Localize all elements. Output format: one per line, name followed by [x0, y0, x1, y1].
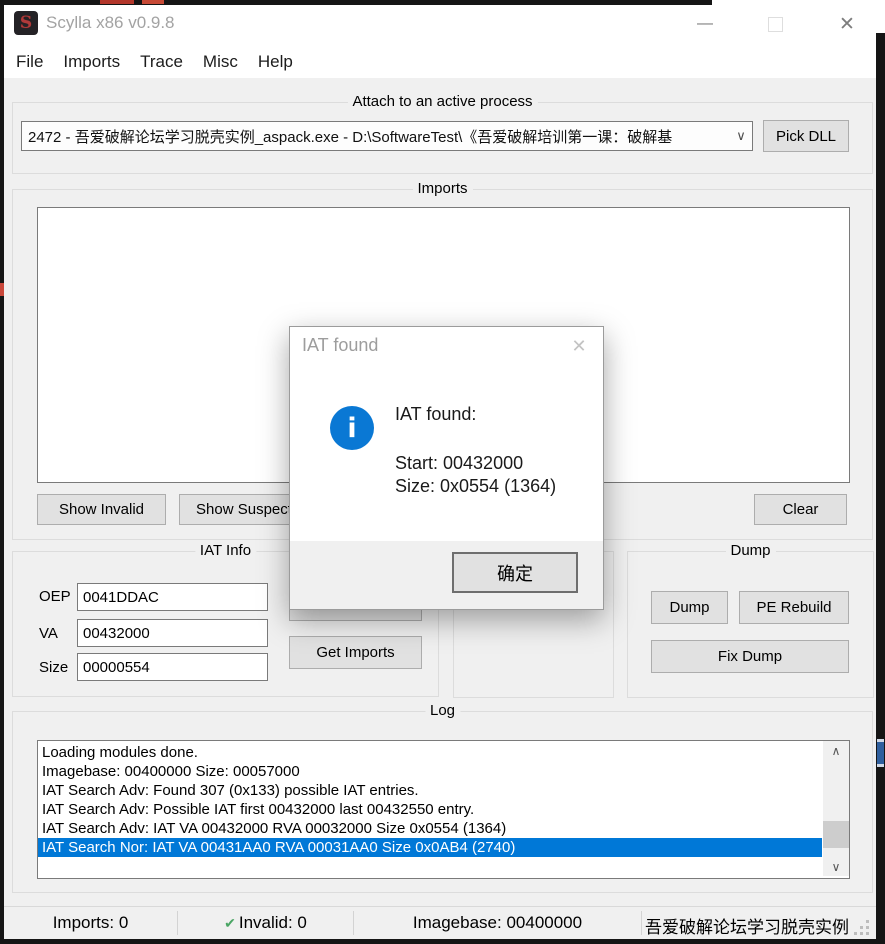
close-icon: ✕: [839, 13, 855, 36]
resize-grip[interactable]: [854, 920, 870, 936]
status-invalid: ✔Invalid: 0: [178, 913, 353, 933]
log-line[interactable]: Loading modules done.: [38, 743, 822, 762]
pe-rebuild-button[interactable]: PE Rebuild: [739, 591, 849, 624]
info-letter: i: [347, 413, 356, 444]
desktop-icon-fragment: [877, 739, 884, 767]
size-input[interactable]: [77, 653, 268, 681]
scroll-down-icon[interactable]: ∨: [823, 857, 849, 876]
iat-info-group-label: IAT Info: [195, 542, 256, 559]
status-imagebase: Imagebase: 00400000: [354, 913, 641, 933]
dialog-title: IAT found: [302, 335, 378, 356]
oep-input[interactable]: [77, 583, 268, 611]
info-icon: i: [330, 406, 374, 450]
log-group: Log Loading modules done. Imagebase: 004…: [12, 711, 873, 893]
menu-misc[interactable]: Misc: [195, 48, 246, 76]
close-icon: ✕: [571, 336, 586, 357]
dialog-size-line: Size: 0x0554 (1364): [395, 476, 556, 497]
log-line[interactable]: Imagebase: 00400000 Size: 00057000: [38, 762, 822, 781]
chevron-down-icon: ∨: [730, 128, 752, 144]
maximize-button[interactable]: [752, 5, 798, 43]
close-button[interactable]: ✕: [822, 5, 872, 43]
attach-group-label: Attach to an active process: [347, 93, 537, 110]
status-invalid-text: Invalid: 0: [239, 913, 307, 932]
ok-button[interactable]: 确定: [452, 552, 578, 593]
oep-label: OEP: [39, 588, 71, 605]
dump-button[interactable]: Dump: [651, 591, 728, 624]
fix-dump-button[interactable]: Fix Dump: [651, 640, 849, 673]
menu-file[interactable]: File: [8, 48, 51, 76]
maximize-icon: [768, 17, 783, 32]
log-listbox[interactable]: Loading modules done. Imagebase: 0040000…: [37, 740, 850, 879]
dialog-footer: 确定: [290, 541, 603, 609]
status-bar: Imports: 0 ✔Invalid: 0 Imagebase: 004000…: [4, 906, 876, 939]
menu-imports[interactable]: Imports: [55, 48, 128, 76]
log-scrollbar[interactable]: ∧ ∨: [823, 741, 849, 876]
scrollbar-thumb[interactable]: [823, 821, 849, 848]
attach-process-group: Attach to an active process 2472 - 吾爱破解论…: [12, 102, 873, 174]
dump-group-label: Dump: [725, 542, 775, 559]
clear-button[interactable]: Clear: [754, 494, 847, 525]
show-invalid-button[interactable]: Show Invalid: [37, 494, 166, 525]
desktop-artifact: [142, 0, 164, 4]
scylla-logo-icon: S: [14, 11, 38, 35]
imports-group-label: Imports: [412, 180, 472, 197]
pick-dll-button[interactable]: Pick DLL: [763, 120, 849, 152]
dialog-start-line: Start: 00432000: [395, 453, 523, 474]
logo-letter: S: [20, 13, 32, 33]
status-module-note: 吾爱破解论坛学习脱壳实例: [645, 913, 873, 938]
log-line[interactable]: IAT Search Adv: IAT VA 00432000 RVA 0003…: [38, 819, 822, 838]
iat-found-dialog: IAT found ✕ i IAT found: Start: 00432000…: [289, 326, 604, 610]
scroll-up-icon[interactable]: ∧: [823, 741, 849, 760]
log-line[interactable]: IAT Search Adv: Possible IAT first 00432…: [38, 800, 822, 819]
dialog-close-button[interactable]: ✕: [559, 331, 599, 361]
menu-bar: File Imports Trace Misc Help: [4, 45, 876, 78]
log-group-label: Log: [425, 702, 460, 719]
scylla-screenshot: S Scylla x86 v0.9.8 — ✕ File Imports Tra…: [0, 0, 885, 944]
status-separator: [641, 911, 642, 935]
menu-trace[interactable]: Trace: [132, 48, 191, 76]
va-input[interactable]: [77, 619, 268, 647]
va-label: VA: [39, 625, 58, 642]
minimize-icon: —: [697, 15, 713, 33]
size-label: Size: [39, 659, 68, 676]
log-line[interactable]: IAT Search Adv: Found 307 (0x133) possib…: [38, 781, 822, 800]
dialog-message-title: IAT found:: [395, 404, 476, 425]
desktop-artifact: [100, 0, 134, 4]
process-combobox[interactable]: 2472 - 吾爱破解论坛学习脱壳实例_aspack.exe - D:\Soft…: [21, 121, 753, 151]
status-imports: Imports: 0: [4, 913, 177, 933]
log-line-selected[interactable]: IAT Search Nor: IAT VA 00431AA0 RVA 0003…: [38, 838, 822, 857]
get-imports-button[interactable]: Get Imports: [289, 636, 422, 669]
minimize-button[interactable]: —: [682, 5, 728, 43]
dump-group: Dump Dump PE Rebuild Fix Dump: [627, 551, 874, 698]
check-icon: ✔: [224, 915, 236, 931]
window-title: Scylla x86 v0.9.8: [46, 13, 175, 33]
process-combobox-value: 2472 - 吾爱破解论坛学习脱壳实例_aspack.exe - D:\Soft…: [22, 126, 730, 147]
log-lines: Loading modules done. Imagebase: 0040000…: [38, 743, 822, 857]
menu-help[interactable]: Help: [250, 48, 301, 76]
